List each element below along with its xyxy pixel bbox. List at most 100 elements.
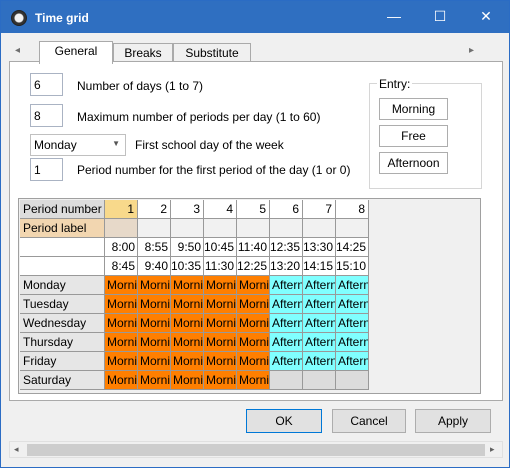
time-slot-cell[interactable]: Morni (171, 371, 204, 390)
time-slot-cell[interactable]: Morni (204, 333, 237, 352)
time-slot-cell[interactable]: Morni (171, 314, 204, 333)
time-slot-cell[interactable]: Morni (237, 352, 270, 371)
end-time-cell[interactable]: 14:15 (303, 257, 336, 276)
start-time-cell[interactable]: 9:50 (171, 238, 204, 257)
time-slot-cell[interactable]: Aftern (336, 333, 369, 352)
period-label-cell[interactable] (171, 219, 204, 238)
time-slot-cell[interactable]: Morni (204, 371, 237, 390)
time-slot-cell[interactable] (270, 371, 303, 390)
time-slot-cell[interactable]: Morni (105, 314, 138, 333)
time-slot-cell[interactable]: Aftern (303, 333, 336, 352)
time-slot-cell[interactable]: Morni (237, 295, 270, 314)
first-day-select[interactable]: Monday ▼ (30, 134, 126, 156)
time-slot-cell[interactable]: Morni (171, 276, 204, 295)
period-label-cell[interactable] (105, 219, 138, 238)
time-slot-cell[interactable]: Morni (138, 371, 171, 390)
period-label-cell[interactable] (270, 219, 303, 238)
time-slot-cell[interactable]: Morni (105, 371, 138, 390)
time-slot-cell[interactable]: Morni (138, 314, 171, 333)
time-slot-cell[interactable]: Morni (204, 295, 237, 314)
time-slot-cell[interactable]: Aftern (270, 352, 303, 371)
max-periods-input[interactable]: 8 (30, 104, 63, 127)
period-number-cell[interactable]: 6 (270, 200, 303, 219)
first-period-input[interactable]: 1 (30, 158, 63, 181)
period-number-cell[interactable]: 1 (105, 200, 138, 219)
time-slot-cell[interactable]: Morni (105, 352, 138, 371)
day-row-header[interactable]: Saturday (20, 371, 105, 390)
period-number-cell[interactable]: 3 (171, 200, 204, 219)
time-slot-cell[interactable]: Aftern (270, 314, 303, 333)
end-time-cell[interactable]: 15:10 (336, 257, 369, 276)
start-time-cell[interactable]: 10:45 (204, 238, 237, 257)
time-slot-cell[interactable]: Morni (204, 352, 237, 371)
end-time-cell[interactable]: 10:35 (171, 257, 204, 276)
time-slot-cell[interactable]: Aftern (336, 295, 369, 314)
time-slot-cell[interactable]: Morni (138, 333, 171, 352)
tab-scroll-right-icon[interactable]: ▸ (469, 45, 474, 56)
period-number-cell[interactable]: 8 (336, 200, 369, 219)
time-slot-cell[interactable]: Morni (237, 276, 270, 295)
ok-button[interactable]: OK (246, 409, 322, 433)
time-slot-cell[interactable]: Aftern (270, 276, 303, 295)
end-time-cell[interactable]: 13:20 (270, 257, 303, 276)
end-time-cell[interactable]: 8:45 (105, 257, 138, 276)
time-slot-cell[interactable]: Aftern (336, 352, 369, 371)
time-slot-cell[interactable]: Morni (237, 371, 270, 390)
horizontal-scrollbar[interactable]: ◂ ▸ (9, 441, 503, 458)
period-number-cell[interactable]: 5 (237, 200, 270, 219)
cancel-button[interactable]: Cancel (332, 409, 406, 433)
end-time-cell[interactable]: 12:25 (237, 257, 270, 276)
day-row-header[interactable]: Thursday (20, 333, 105, 352)
end-time-cell[interactable]: 11:30 (204, 257, 237, 276)
time-slot-cell[interactable]: Aftern (303, 295, 336, 314)
day-row-header[interactable]: Tuesday (20, 295, 105, 314)
start-time-cell[interactable]: 14:25 (336, 238, 369, 257)
time-slot-cell[interactable]: Aftern (336, 314, 369, 333)
scroll-right-icon[interactable]: ▸ (490, 444, 495, 455)
time-slot-cell[interactable]: Morni (105, 276, 138, 295)
time-slot-cell[interactable]: Aftern (336, 276, 369, 295)
time-slot-cell[interactable]: Aftern (270, 333, 303, 352)
start-time-cell[interactable]: 11:40 (237, 238, 270, 257)
period-label-cell[interactable] (204, 219, 237, 238)
day-row-header[interactable]: Friday (20, 352, 105, 371)
time-slot-cell[interactable]: Morni (171, 295, 204, 314)
time-slot-cell[interactable]: Morni (204, 276, 237, 295)
day-row-header[interactable]: Wednesday (20, 314, 105, 333)
time-slot-cell[interactable]: Morni (237, 314, 270, 333)
start-time-cell[interactable]: 13:30 (303, 238, 336, 257)
morning-entry-button[interactable]: Morning (379, 98, 448, 120)
time-slot-cell[interactable] (336, 371, 369, 390)
time-slot-cell[interactable]: Morni (171, 333, 204, 352)
minimize-button[interactable]: — (371, 1, 417, 31)
time-slot-cell[interactable]: Aftern (303, 314, 336, 333)
time-slot-cell[interactable] (303, 371, 336, 390)
time-slot-cell[interactable]: Morni (171, 352, 204, 371)
start-time-cell[interactable]: 8:00 (105, 238, 138, 257)
scroll-left-icon[interactable]: ◂ (14, 444, 19, 455)
maximize-button[interactable]: ☐ (417, 1, 463, 31)
period-number-cell[interactable]: 2 (138, 200, 171, 219)
day-row-header[interactable]: Monday (20, 276, 105, 295)
start-time-cell[interactable]: 12:35 (270, 238, 303, 257)
time-slot-cell[interactable]: Morni (237, 333, 270, 352)
period-label-cell[interactable] (303, 219, 336, 238)
period-number-cell[interactable]: 4 (204, 200, 237, 219)
time-slot-cell[interactable]: Morni (138, 276, 171, 295)
free-entry-button[interactable]: Free (379, 125, 448, 147)
period-label-cell[interactable] (237, 219, 270, 238)
start-time-cell[interactable]: 8:55 (138, 238, 171, 257)
period-number-cell[interactable]: 7 (303, 200, 336, 219)
time-slot-cell[interactable]: Morni (105, 333, 138, 352)
title-bar[interactable]: Time grid — ☐ ✕ (1, 1, 509, 33)
tab-breaks[interactable]: Breaks (113, 43, 173, 63)
num-days-input[interactable]: 6 (30, 73, 63, 96)
scrollbar-thumb[interactable] (27, 444, 485, 456)
afternoon-entry-button[interactable]: Afternoon (379, 152, 448, 174)
tab-general[interactable]: General (39, 41, 113, 64)
end-time-cell[interactable]: 9:40 (138, 257, 171, 276)
close-button[interactable]: ✕ (463, 1, 509, 31)
time-slot-cell[interactable]: Aftern (270, 295, 303, 314)
apply-button[interactable]: Apply (415, 409, 491, 433)
period-label-cell[interactable] (138, 219, 171, 238)
